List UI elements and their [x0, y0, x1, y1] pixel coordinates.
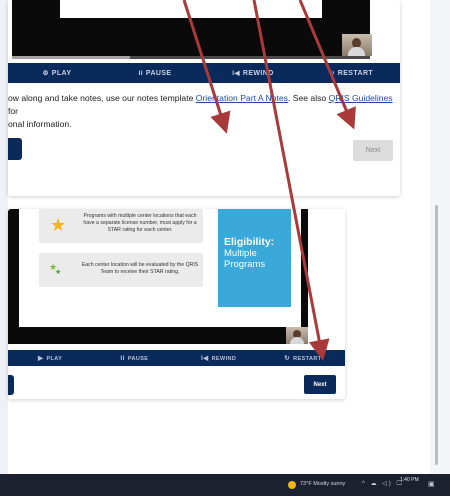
video-progress-bar[interactable] [12, 56, 370, 59]
previous-button[interactable] [8, 375, 14, 395]
rewind-button[interactable]: I◀ REWIND [204, 69, 302, 77]
system-tray-icons[interactable]: ^ ☁ ◁) 🖵 [362, 480, 404, 488]
panel-title: Eligibility: [224, 236, 275, 248]
info-box-evaluation: ★ ★ Each center location will be evaluat… [39, 253, 203, 287]
taskbar: 73°F Mostly sunny ^ ☁ ◁) 🖵 1:40 PM ▣ [0, 474, 450, 496]
scrollbar[interactable] [435, 205, 438, 465]
restart-button[interactable]: ↻ RESTART [261, 354, 345, 362]
info-box-text: Programs with multiple center locations … [83, 213, 197, 233]
notes-text: for [8, 106, 19, 116]
video-frame[interactable]: ★ Programs with multiple center location… [8, 209, 308, 344]
notes-text: . See also [287, 93, 329, 103]
slide-content [60, 0, 322, 18]
star-icon: ★ [50, 215, 67, 235]
weather-widget[interactable]: 73°F Mostly sunny [300, 481, 345, 487]
eligibility-panel: Eligibility: Multiple Programs [218, 209, 291, 307]
pause-label: PAUSE [127, 355, 149, 362]
gear-icon: ⚙ [42, 70, 49, 77]
notes-instructions: ow along and take notes, use our notes t… [8, 92, 396, 131]
pause-button[interactable]: II PAUSE [106, 70, 204, 77]
sun-icon [288, 481, 296, 489]
pause-button[interactable]: II PAUSE [92, 355, 176, 362]
video-card-bottom: ★ Programs with multiple center location… [8, 209, 345, 399]
video-controls: ⚙ PLAY II PAUSE I◀ REWIND ↻ RESTART [8, 63, 400, 83]
clock-time: 1:40 PM [400, 477, 419, 483]
qris-guidelines-link[interactable]: QRIS Guidelines [329, 93, 393, 103]
presenter-thumbnail [342, 34, 372, 56]
panel-subtitle: Multiple [224, 248, 257, 259]
notification-icon[interactable]: ▣ [428, 480, 435, 488]
rewind-label: REWIND [211, 356, 237, 362]
notes-text: onal information. [8, 119, 72, 129]
clock[interactable]: 1:40 PM [400, 477, 419, 484]
presenter-thumbnail [286, 327, 308, 344]
rewind-button[interactable]: I◀ REWIND [177, 354, 261, 362]
video-card-top: ⚙ PLAY II PAUSE I◀ REWIND ↻ RESTART ow along… [8, 0, 400, 196]
restart-button[interactable]: ↻ RESTART [302, 69, 400, 77]
restart-icon: ↻ [328, 70, 335, 77]
info-box-text: Each center location will be evaluated b… [81, 262, 199, 275]
video-controls: ▶ PLAY II PAUSE I◀ REWIND ↻ RESTART [8, 350, 345, 366]
slide-content: ★ Programs with multiple center location… [19, 209, 301, 327]
notes-text: ow along and take notes, use our notes t… [8, 93, 196, 103]
rewind-icon: I◀ [232, 70, 240, 77]
info-box-multiple-locations: ★ Programs with multiple center location… [39, 209, 203, 243]
pause-label: PAUSE [145, 69, 172, 77]
video-progress-fill [12, 56, 131, 59]
previous-button[interactable] [8, 138, 22, 160]
next-button-disabled[interactable]: Next [353, 140, 393, 161]
next-button[interactable]: Next [304, 375, 336, 394]
notes-template-link[interactable]: Orientation Part A Notes [196, 93, 288, 103]
play-icon: ▶ [38, 355, 44, 362]
rewind-label: REWIND [242, 70, 274, 77]
restart-label: RESTART [293, 356, 322, 362]
rewind-icon: I◀ [200, 355, 209, 362]
desktop-background-left [0, 0, 8, 474]
restart-label: RESTART [337, 70, 374, 77]
panel-subtitle: Programs [224, 259, 266, 270]
video-frame[interactable] [12, 0, 372, 56]
pause-icon: II [120, 354, 125, 362]
pause-icon: II [138, 69, 143, 77]
desktop-background-right [430, 0, 450, 474]
play-button[interactable]: ⚙ PLAY [8, 69, 106, 77]
restart-icon: ↻ [284, 355, 291, 362]
play-label: PLAY [46, 356, 63, 362]
play-button[interactable]: ▶ PLAY [8, 354, 92, 362]
play-label: PLAY [51, 70, 72, 77]
